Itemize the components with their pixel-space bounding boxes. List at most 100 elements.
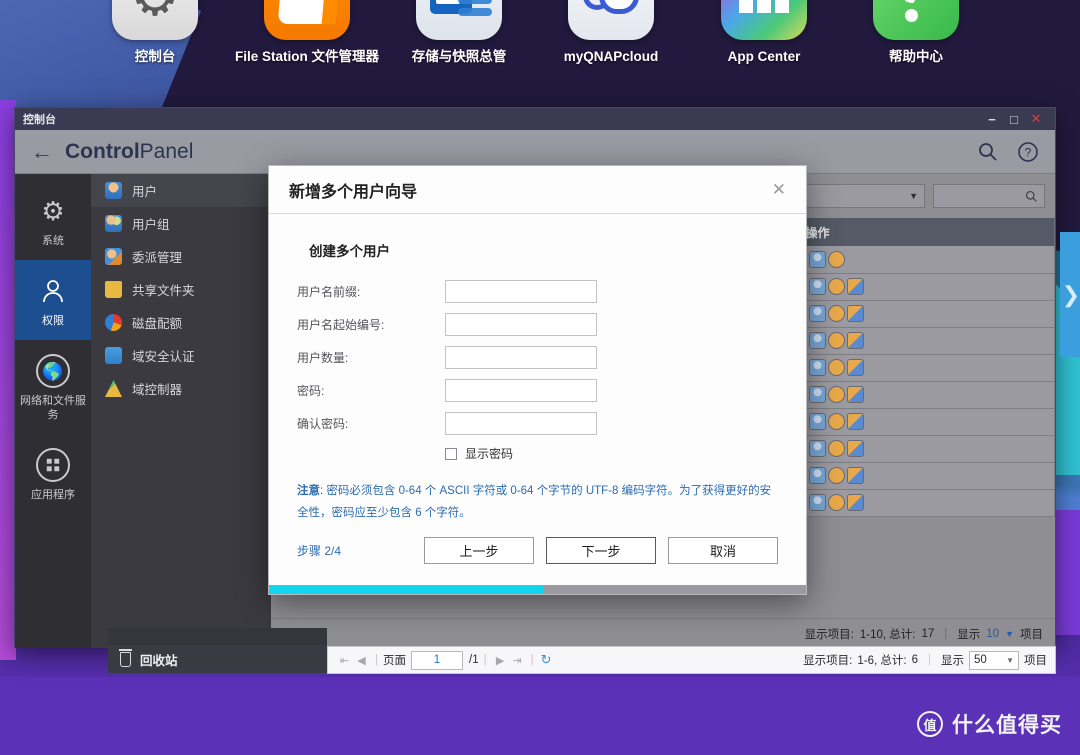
refresh-icon[interactable]: ↻	[541, 652, 552, 668]
arrow-left-icon[interactable]: ←	[31, 141, 53, 163]
apps-icon[interactable]	[847, 494, 864, 511]
display-label: 显示	[957, 626, 980, 642]
show-password-row[interactable]: 显示密码	[445, 445, 778, 462]
show-password-checkbox[interactable]	[445, 448, 457, 460]
pagination-summary: 显示项目: 1-6, 总计: 6 | 显示 50 ▼ 项目	[803, 651, 1047, 670]
minimize-button[interactable]: −	[981, 112, 1003, 127]
quota-icon[interactable]	[828, 305, 845, 322]
recycle-bin-label: 回收站	[140, 650, 178, 669]
back-button[interactable]: 上一步	[424, 537, 534, 564]
cloud-icon	[568, 0, 654, 40]
dock-app-myqnapcloud[interactable]: myQNAPcloud	[535, 0, 687, 65]
right-drawer-toggle[interactable]: ❯	[1060, 232, 1080, 357]
nav-item-user-groups[interactable]: 用户组	[91, 207, 271, 240]
create-multiple-users-dialog: 新增多个用户向导 ✕ 创建多个用户 用户名前缀:用户名起始编号:用户数量:密码:…	[268, 165, 807, 595]
apps-icon[interactable]	[847, 305, 864, 322]
showing-total: 17	[921, 628, 934, 640]
maximize-button[interactable]: □	[1003, 112, 1025, 127]
window-titlebar[interactable]: 控制台 − □ ✕	[15, 108, 1055, 130]
page-size-dropdown[interactable]: 50 ▼	[969, 651, 1019, 670]
group-icon[interactable]	[809, 440, 826, 457]
note-text: : 密码必须包含 0-64 个 ASCII 字符或 0-64 个字节的 UTF-…	[297, 485, 771, 519]
user-count-input[interactable]	[445, 346, 597, 369]
step-indicator: 步骤 2/4	[297, 542, 341, 559]
quota-icon[interactable]	[828, 413, 845, 430]
nav-item-domain-controller[interactable]: 域控制器	[91, 372, 271, 405]
search-input[interactable]	[933, 184, 1045, 208]
first-page-icon[interactable]: ⇤	[336, 654, 353, 667]
password-input[interactable]	[445, 379, 597, 402]
username-start-number-input[interactable]	[445, 313, 597, 336]
rail-item-privilege[interactable]: 权限	[15, 260, 91, 340]
cancel-button[interactable]: 取消	[668, 537, 778, 564]
dock-app-file-station[interactable]: File Station 文件管理器	[231, 0, 383, 65]
close-icon[interactable]: ✕	[772, 181, 786, 198]
quota-icon[interactable]	[828, 494, 845, 511]
window-title: 控制台	[23, 111, 981, 127]
group-icon[interactable]	[809, 494, 826, 511]
last-page-icon[interactable]: ⇥	[509, 654, 526, 667]
quota-icon[interactable]	[828, 332, 845, 349]
divider: |	[928, 654, 931, 666]
nav-item-shared-folders[interactable]: 共享文件夹	[91, 273, 271, 306]
quota-icon[interactable]	[828, 440, 845, 457]
cloud-glyph	[583, 0, 639, 16]
apps-icon[interactable]	[847, 467, 864, 484]
apps-icon[interactable]	[847, 440, 864, 457]
chevron-down-icon[interactable]: ▼	[1005, 629, 1014, 639]
grid-icon	[721, 0, 807, 40]
rail-item-applications[interactable]: 应用程序	[15, 434, 91, 514]
username-prefix-input[interactable]	[445, 280, 597, 303]
dock-app-storage-snapshot[interactable]: 存储与快照总管	[383, 0, 535, 65]
confirm-password-input[interactable]	[445, 412, 597, 435]
wizard-progress-bar	[269, 585, 806, 594]
group-icon[interactable]	[809, 332, 826, 349]
apps-icon[interactable]	[847, 386, 864, 403]
grid-glyph	[739, 0, 789, 13]
page-number-input[interactable]: 1	[411, 651, 463, 670]
dock-app-label: 控制台	[79, 48, 231, 65]
apps-icon[interactable]	[847, 413, 864, 430]
next-page-icon[interactable]: ▶	[492, 654, 509, 667]
quota-icon[interactable]	[828, 359, 845, 376]
apps-icon[interactable]	[847, 332, 864, 349]
prev-page-icon[interactable]: ◀	[353, 654, 370, 667]
group-icon[interactable]	[809, 305, 826, 322]
close-button[interactable]: ✕	[1025, 111, 1047, 127]
apps-icon[interactable]	[847, 278, 864, 295]
search-icon[interactable]	[977, 141, 999, 163]
page-size-value[interactable]: 10	[986, 628, 999, 640]
domain-security-icon	[105, 347, 122, 364]
dialog-footer: 步骤 2/4 上一步 下一步 取消	[269, 537, 806, 564]
dock-app-control-panel[interactable]: ⚙ 控制台	[79, 0, 231, 65]
help-circle-icon[interactable]: ?	[1017, 141, 1039, 163]
rail-item-label: 网络和文件服务	[19, 394, 87, 422]
taskbar-recycle-bin[interactable]: 回收站	[108, 645, 327, 673]
gear-icon: ⚙	[112, 0, 198, 40]
dock-app-label: File Station 文件管理器	[231, 48, 383, 65]
quota-icon[interactable]	[828, 251, 845, 268]
page-size-value: 50	[974, 654, 987, 666]
nav-item-users[interactable]: 用户	[91, 174, 271, 207]
nav-item-delegation[interactable]: 委派管理	[91, 240, 271, 273]
next-button[interactable]: 下一步	[546, 537, 656, 564]
group-icon[interactable]	[809, 278, 826, 295]
quota-icon[interactable]	[828, 278, 845, 295]
gear-glyph: ⚙	[131, 0, 179, 24]
nav-item-label: 用户组	[132, 214, 170, 233]
nav-item-disk-quota[interactable]: 磁盘配额	[91, 306, 271, 339]
rail-item-system[interactable]: ⚙ 系统	[15, 180, 91, 260]
dock-app-app-center[interactable]: App Center	[688, 0, 840, 65]
divider: |	[484, 654, 487, 666]
quota-icon[interactable]	[828, 467, 845, 484]
apps-icon[interactable]	[847, 359, 864, 376]
rail-item-network-file-services[interactable]: 🌎 网络和文件服务	[15, 340, 91, 434]
nav-item-domain-security[interactable]: 域安全认证	[91, 339, 271, 372]
group-icon[interactable]	[809, 359, 826, 376]
quota-icon[interactable]	[828, 386, 845, 403]
dock-app-help-center[interactable]: 帮助中心	[840, 0, 992, 65]
group-icon[interactable]	[809, 251, 826, 268]
group-icon[interactable]	[809, 386, 826, 403]
group-icon[interactable]	[809, 467, 826, 484]
group-icon[interactable]	[809, 413, 826, 430]
